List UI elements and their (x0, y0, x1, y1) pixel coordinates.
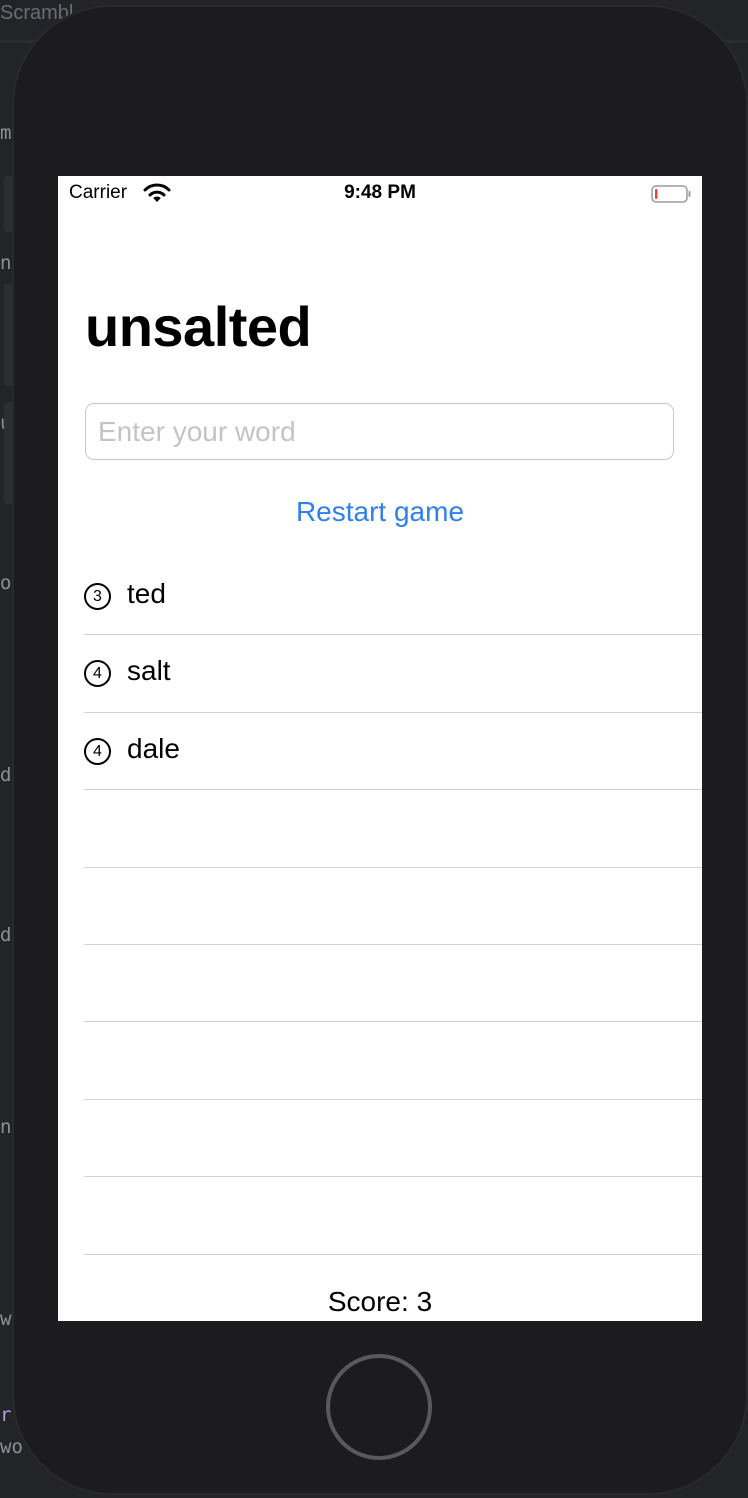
letter-count-circle-icon: 4 (84, 737, 111, 765)
word-list-row[interactable] (84, 1100, 702, 1178)
word-list-row[interactable]: 4 salt (84, 635, 702, 713)
editor-code-fragment: d (0, 924, 12, 946)
editor-code-fragment: d (0, 764, 12, 786)
letter-count-circle-icon: 4 (84, 660, 111, 688)
used-word-label: dale (127, 732, 180, 764)
word-list-row[interactable] (84, 790, 702, 868)
word-list-row[interactable] (84, 1177, 702, 1255)
device-screen: Carrier 9:48 PM unsalted Restart game 3t… (58, 176, 702, 1321)
word-input[interactable] (85, 403, 674, 460)
home-button[interactable] (326, 1354, 432, 1460)
word-list-row[interactable]: 3 ted (84, 558, 702, 636)
used-word-label: salt (127, 655, 171, 687)
status-time: 9:48 PM (344, 182, 416, 203)
letter-count-circle-icon: 3 (84, 583, 111, 610)
word-list-row[interactable] (84, 868, 702, 945)
score-label: Score: 3 (327, 1286, 433, 1317)
word-list-row[interactable] (84, 1022, 702, 1100)
editor-code-fragment: w (0, 1308, 12, 1330)
battery-icon (651, 185, 691, 203)
editor-code-fragment: n (0, 252, 12, 274)
used-words-list[interactable]: 3 ted 4 salt 4 dale (84, 558, 702, 1255)
restart-game-button[interactable]: Restart game (58, 496, 702, 528)
used-word-label: ted (127, 578, 166, 609)
word-list-row[interactable]: 4 dale (84, 713, 702, 791)
word-list-row[interactable] (84, 945, 702, 1023)
editor-code-fragment: n (0, 1116, 12, 1138)
editor-code-fragment: m (0, 122, 12, 144)
root-word-title: unsalted (85, 295, 312, 358)
status-bar: Carrier 9:48 PM (58, 176, 702, 212)
editor-code-fragment: wo (0, 1436, 23, 1458)
